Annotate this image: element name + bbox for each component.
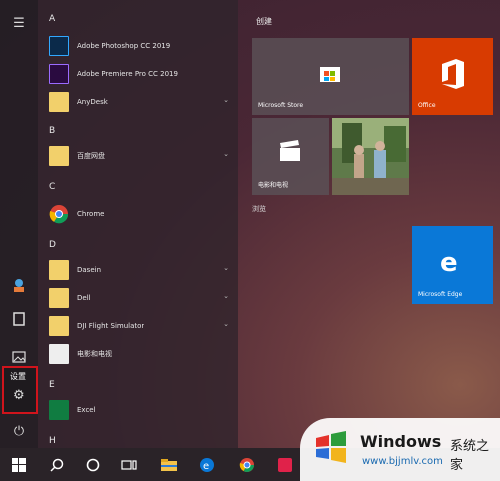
windows-flag-logo-icon (316, 431, 346, 463)
user-avatar-icon[interactable] (10, 276, 28, 294)
letter-header-b[interactable]: B (49, 126, 55, 136)
tile-label: 电影和电视 (258, 182, 289, 189)
app-chrome[interactable]: Chrome (49, 202, 229, 226)
office-logo-icon (438, 58, 466, 92)
watermark: Windows 系统之家 www.bjjmlv.com (300, 418, 500, 481)
app-label: Dell (77, 294, 91, 302)
letter-header-a[interactable]: A (49, 14, 55, 24)
chevron-down-icon: ⌄ (223, 292, 229, 300)
tiles-group-title[interactable]: 创建 (256, 16, 272, 27)
group-subtitle-label: 浏览 (252, 205, 266, 213)
app-label: AnyDesk (77, 98, 108, 106)
task-view-icon[interactable] (118, 454, 140, 476)
tile-movies-tv[interactable]: 电影和电视 (252, 118, 329, 195)
app-excel[interactable]: Excel (49, 398, 229, 422)
gear-icon[interactable]: ⚙ (13, 388, 25, 403)
app-dell-folder[interactable]: Dell ⌄ (49, 286, 229, 310)
search-icon[interactable] (46, 454, 68, 476)
app-list: A Adobe Photoshop CC 2019 Adobe Premiere… (38, 0, 238, 448)
edge-taskbar-icon[interactable]: e (196, 454, 218, 476)
chevron-down-icon: ⌄ (223, 264, 229, 272)
chevron-down-icon: ⌄ (223, 320, 229, 328)
app-label: Adobe Photoshop CC 2019 (77, 42, 171, 50)
letter-header-e[interactable]: E (49, 380, 55, 390)
tile-microsoft-edge[interactable]: e Microsoft Edge (412, 226, 493, 304)
cortana-icon[interactable] (82, 454, 104, 476)
app-dji-folder[interactable]: DJI Flight Simulator ⌄ (49, 314, 229, 338)
svg-text:e: e (203, 461, 209, 472)
app-label: DJI Flight Simulator (77, 322, 145, 330)
app-label: 百度网盘 (77, 152, 105, 160)
app-label: Dasein (77, 266, 102, 274)
letter-header-d[interactable]: D (49, 240, 56, 250)
settings-highlight[interactable]: 设置 ⚙ (2, 366, 38, 414)
watermark-cn: 系统之家 (450, 439, 490, 473)
tile-office[interactable]: Office (412, 38, 493, 115)
letter-header-h[interactable]: H (49, 436, 56, 446)
photoshop-icon (49, 36, 69, 56)
tile-label: Office (418, 102, 436, 109)
chevron-down-icon: ⌄ (223, 150, 229, 158)
premiere-icon (49, 64, 69, 84)
settings-tooltip-label: 设置 (10, 372, 26, 381)
tile-photos[interactable] (332, 118, 409, 195)
folder-icon (49, 92, 69, 112)
excel-icon (49, 400, 69, 420)
app-label: Adobe Premiere Pro CC 2019 (77, 70, 178, 78)
chrome-taskbar-icon[interactable] (236, 454, 258, 476)
chrome-icon (49, 204, 69, 224)
store-bag-icon (318, 60, 342, 86)
tile-microsoft-store[interactable]: Microsoft Store (252, 38, 409, 115)
pictures-icon[interactable] (10, 348, 28, 366)
edge-logo-icon: e (440, 248, 458, 278)
app-photoshop[interactable]: Adobe Photoshop CC 2019 (49, 34, 229, 58)
tile-label: Microsoft Store (258, 102, 304, 109)
file-explorer-icon[interactable] (158, 454, 180, 476)
watermark-url: www.bjjmlv.com (362, 456, 443, 467)
watermark-brand: Windows (360, 432, 442, 451)
app-baidu-folder[interactable]: 百度网盘 ⌄ (49, 144, 229, 168)
documents-icon[interactable] (10, 310, 28, 328)
clapperboard-icon (278, 140, 302, 164)
chevron-down-icon: ⌄ (223, 96, 229, 104)
folder-icon (49, 288, 69, 308)
pinned-app-icon[interactable] (274, 454, 296, 476)
tile-label: Microsoft Edge (418, 291, 463, 298)
hamburger-menu-icon[interactable]: ☰ (10, 14, 28, 32)
letter-header-c[interactable]: C (49, 182, 55, 192)
app-label: 电影和电视 (77, 350, 112, 358)
power-icon[interactable]: ⏻ (10, 422, 28, 440)
app-movies[interactable]: 电影和电视 (49, 342, 229, 366)
folder-icon (49, 260, 69, 280)
app-anydesk-folder[interactable]: AnyDesk ⌄ (49, 90, 229, 114)
app-label: Excel (77, 406, 96, 414)
folder-icon (49, 146, 69, 166)
windows-start-icon[interactable] (8, 454, 30, 476)
app-label: Chrome (77, 210, 105, 218)
tiles-group-subtitle[interactable]: 浏览 (252, 204, 292, 216)
app-premiere[interactable]: Adobe Premiere Pro CC 2019 (49, 62, 229, 86)
app-dasein-folder[interactable]: Dasein ⌄ (49, 258, 229, 282)
photo-thumbnail (332, 118, 409, 195)
movies-icon (49, 344, 69, 364)
folder-icon (49, 316, 69, 336)
